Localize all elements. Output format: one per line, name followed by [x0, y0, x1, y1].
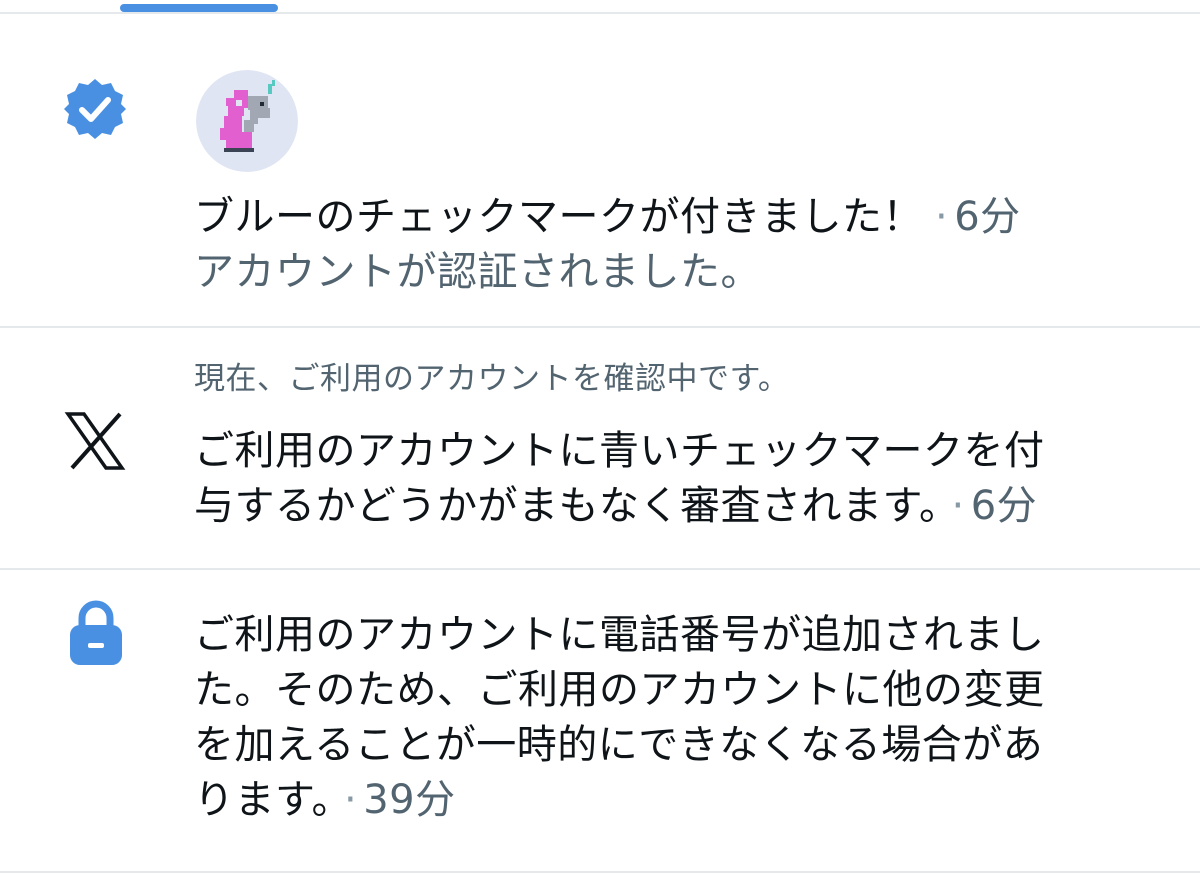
- x-logo-icon: [64, 412, 126, 470]
- active-tab-indicator: [120, 4, 278, 12]
- avatar[interactable]: [196, 70, 298, 172]
- verified-badge-icon: [64, 79, 126, 139]
- lock-icon: [70, 600, 122, 665]
- notification-title: ブルーのチェックマークが付きました！ · 6分: [194, 194, 1021, 240]
- notification-body-line-3: を加えることが一時的にできなくなる場合があ: [194, 722, 1044, 768]
- pixel-unicorn-avatar-image: [196, 70, 298, 172]
- notification-body-line-1: ご利用のアカウントに電話番号が追加されまし: [194, 612, 1045, 658]
- notification-header: 現在、ご利用のアカウントを確認中です。: [194, 361, 790, 397]
- tab-bar: [0, 0, 1200, 14]
- notification-body-line-2: た。そのため、ご利用のアカウントに他の変更: [194, 667, 1045, 713]
- timestamp: 39分: [363, 777, 456, 823]
- notification-body: アカウントが認証されました。: [194, 249, 761, 295]
- notification-item-review[interactable]: 現在、ご利用のアカウントを確認中です。 ご利用のアカウントに青いチェックマークを…: [0, 328, 1200, 570]
- notification-body-line-1: ご利用のアカウントに青いチェックマークを付: [194, 428, 1045, 474]
- notification-item-phone[interactable]: ご利用のアカウントに電話番号が追加されまし た。そのため、ご利用のアカウントに他…: [0, 570, 1200, 873]
- notification-item-verified[interactable]: ブルーのチェックマークが付きました！ · 6分 アカウントが認証されました。: [0, 14, 1200, 328]
- timestamp: 6分: [970, 483, 1038, 529]
- notification-body-line-4: ります。 · 39分: [194, 777, 456, 823]
- timestamp: 6分: [954, 194, 1021, 240]
- notification-body-line-2: 与するかどうかがまもなく審査されます。 · 6分: [194, 483, 1038, 529]
